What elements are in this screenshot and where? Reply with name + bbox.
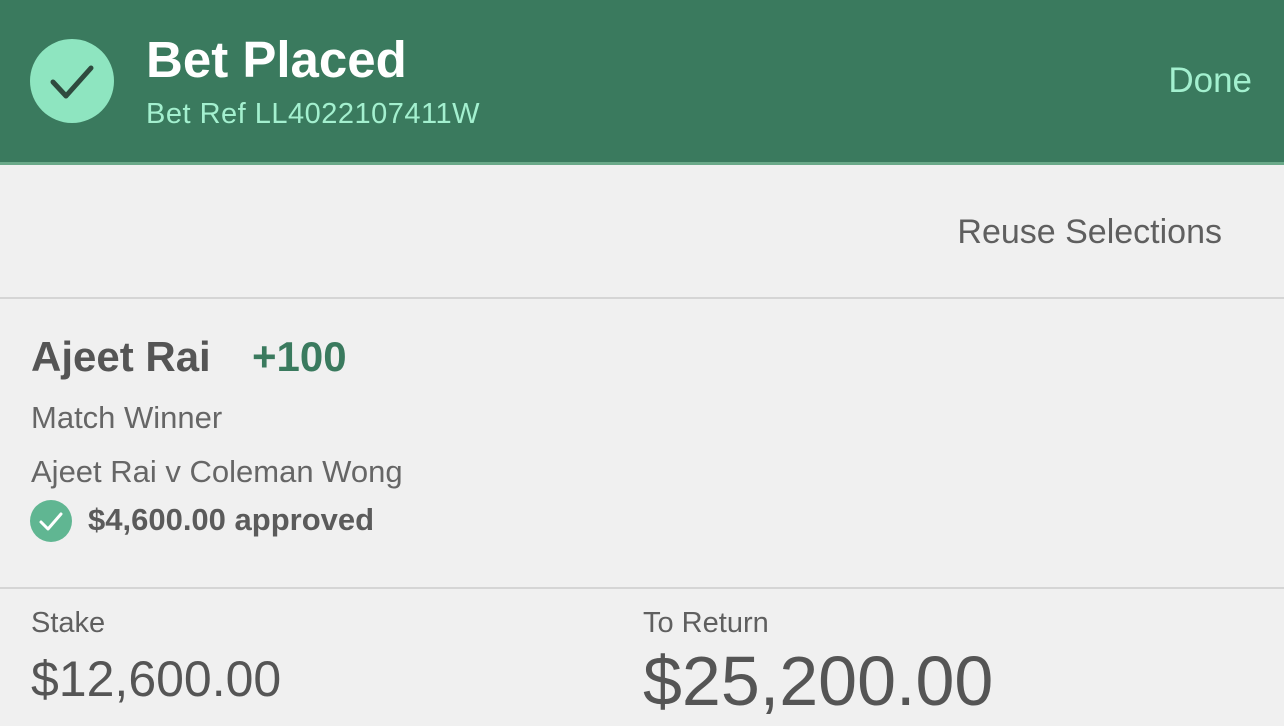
- stake-value: $12,600.00: [31, 651, 282, 707]
- page-title: Bet Placed: [146, 31, 407, 88]
- bet-placed-header: Bet Placed Bet Ref LL4022107411W Done: [0, 0, 1284, 165]
- approved-amount: $4,600.00 approved: [88, 502, 375, 537]
- bet-reference: Bet Ref LL4022107411W: [146, 98, 481, 130]
- done-button[interactable]: Done: [1168, 60, 1252, 102]
- to-return-label: To Return: [643, 607, 769, 639]
- actions-row: Reuse Selections: [0, 165, 1284, 299]
- bet-selection: Ajeet Rai +100 Match Winner Ajeet Rai v …: [0, 299, 1284, 589]
- market-name: Match Winner: [31, 400, 223, 435]
- stake-label: Stake: [31, 607, 106, 639]
- selection-name: Ajeet Rai: [31, 333, 211, 380]
- event-name: Ajeet Rai v Coleman Wong: [31, 454, 403, 489]
- check-circle-icon: [30, 500, 72, 542]
- reuse-selections-button[interactable]: Reuse Selections: [957, 212, 1222, 252]
- to-return-value: $25,200.00: [643, 642, 994, 720]
- selection-odds: +100: [252, 333, 347, 380]
- bet-totals: Stake $12,600.00 To Return $25,200.00: [0, 589, 1284, 726]
- checkmark-icon: [30, 39, 114, 123]
